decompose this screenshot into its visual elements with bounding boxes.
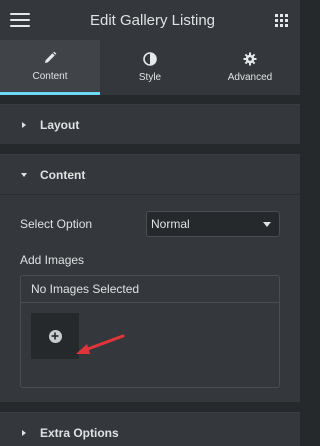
caret-down-icon <box>20 171 32 179</box>
editor-header: Edit Gallery Listing <box>0 0 300 40</box>
gear-icon <box>243 52 257 66</box>
select-option-row: Select Option Normal <box>20 211 280 237</box>
plus-icon <box>48 329 62 343</box>
tab-content[interactable]: Content <box>0 40 100 95</box>
section-extra-options-header[interactable]: Extra Options <box>0 412 300 446</box>
tab-advanced[interactable]: Advanced <box>200 40 300 95</box>
tab-style[interactable]: Style <box>100 40 200 95</box>
contrast-icon <box>143 52 157 66</box>
grid-icon[interactable] <box>275 13 288 27</box>
section-content-label: Content <box>40 167 86 182</box>
add-image-button[interactable] <box>31 313 79 359</box>
content-section-body: Select Option Normal Add Images No Image… <box>0 194 300 402</box>
caret-right-icon <box>20 121 32 129</box>
select-option-value: Normal <box>151 217 190 231</box>
section-layout-header[interactable]: Layout <box>0 104 300 144</box>
gallery-control: No Images Selected <box>20 275 280 388</box>
panel-title: Edit Gallery Listing <box>89 11 216 29</box>
chevron-down-icon <box>263 221 271 227</box>
gallery-status: No Images Selected <box>21 276 279 303</box>
section-extra-options-label: Extra Options <box>40 425 119 440</box>
pencil-icon <box>43 51 57 65</box>
hamburger-icon[interactable] <box>10 13 30 27</box>
gallery-body <box>21 303 279 387</box>
spacer <box>0 144 300 154</box>
caret-right-icon <box>20 429 32 437</box>
add-images-label: Add Images <box>20 253 85 267</box>
tab-bar: Content Style Advanced <box>0 40 300 95</box>
select-option-label: Select Option <box>20 217 93 231</box>
spacer <box>0 95 300 104</box>
spacer <box>0 402 300 412</box>
tab-advanced-label: Advanced <box>227 72 273 83</box>
section-layout-label: Layout <box>40 117 80 132</box>
tab-content-label: Content <box>32 70 68 82</box>
section-content-header[interactable]: Content <box>0 154 300 194</box>
select-option-dropdown[interactable]: Normal <box>146 211 280 237</box>
annotation-arrow-icon <box>76 334 125 354</box>
tab-style-label: Style <box>138 72 162 83</box>
